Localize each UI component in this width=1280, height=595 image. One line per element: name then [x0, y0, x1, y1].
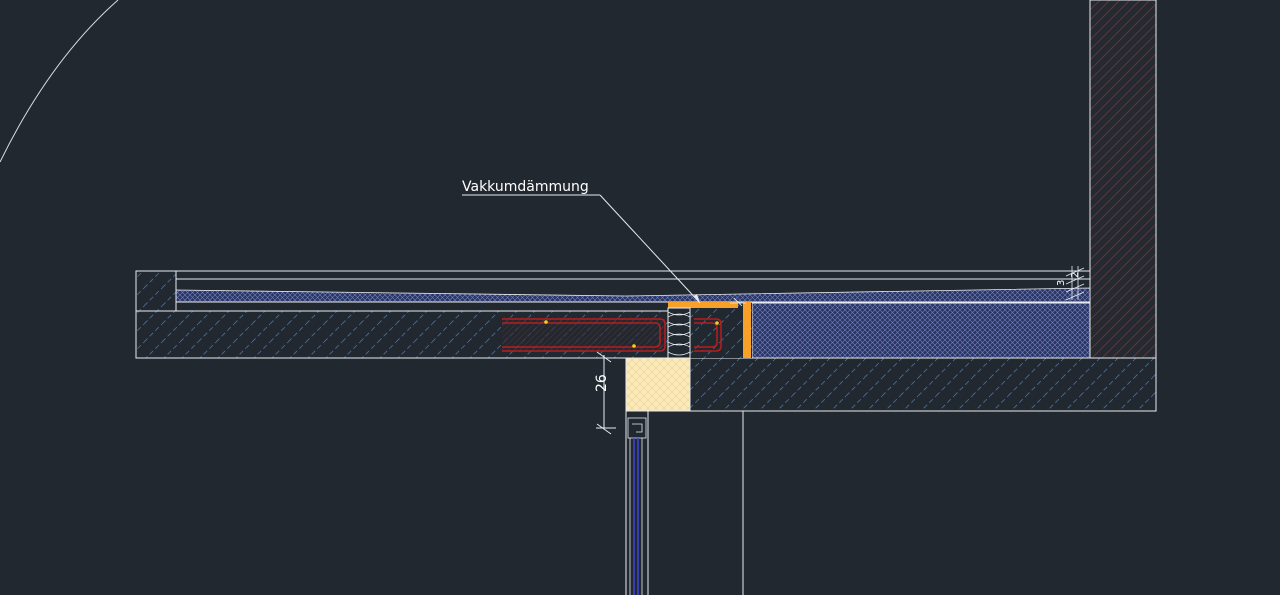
annotation-leader: [462, 194, 701, 304]
timber-frame-block: [625, 357, 691, 412]
rebar-dot: [544, 320, 548, 324]
rebar-dot: [715, 321, 719, 325]
vertical-dimension: [596, 351, 616, 435]
rebar-dot: [632, 344, 636, 348]
dimension-label-3: 3: [1056, 280, 1067, 286]
brick-wall: [1089, 0, 1157, 359]
room-arc-line: [0, 0, 119, 163]
annotation-label: Vakkumdämmung: [462, 179, 589, 195]
thermal-break-element: [667, 307, 691, 359]
window-frame: [625, 411, 744, 595]
dimension-label-26: 26: [594, 374, 610, 392]
cad-drawing-canvas[interactable]: Vakkumdämmung 26 3 2: [0, 0, 1280, 595]
dimension-label-2: 2: [1070, 272, 1081, 278]
insulation-block-right: [751, 302, 1091, 359]
